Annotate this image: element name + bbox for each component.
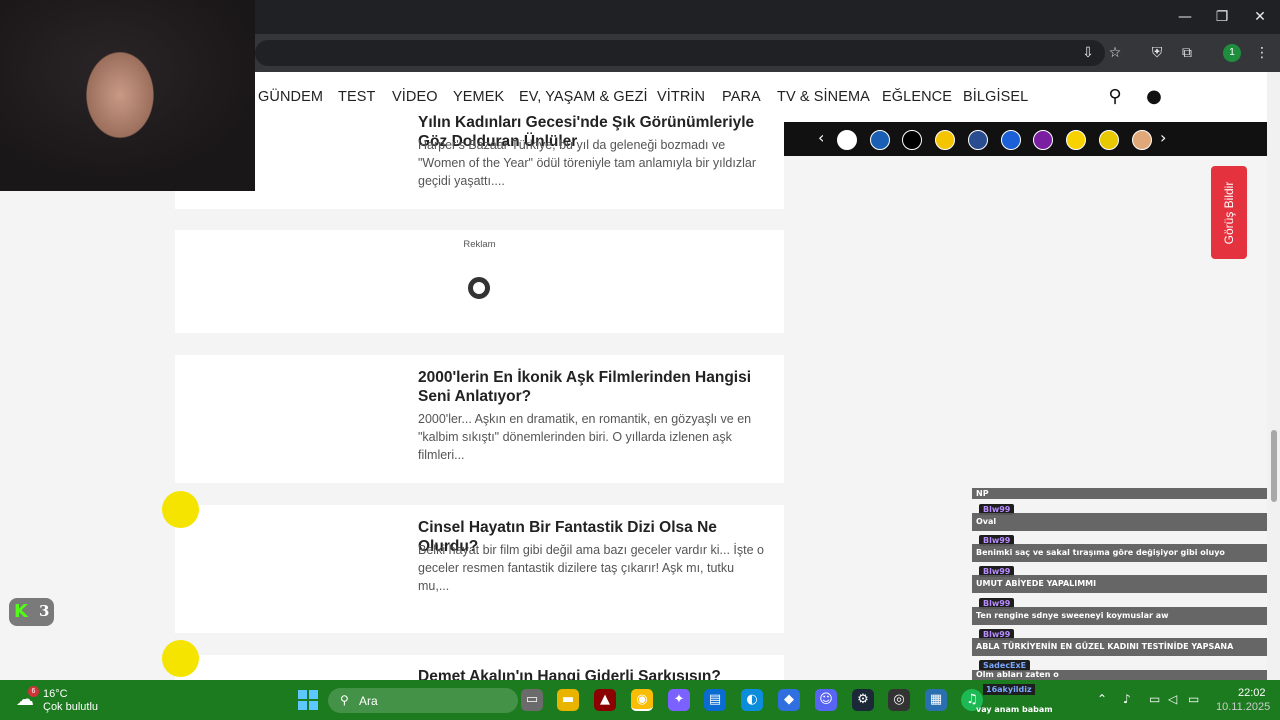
- install-app-icon[interactable]: ⇩: [1078, 43, 1098, 63]
- steam-icon[interactable]: ⚙: [852, 689, 874, 711]
- brand-logo[interactable]: [902, 130, 922, 150]
- extensions-icon[interactable]: ⧉: [1177, 43, 1197, 63]
- brand-logo[interactable]: [1001, 130, 1021, 150]
- chat-message: ABLA TÜRKİYENİN EN GÜZEL KADINI TESTİNİD…: [972, 638, 1267, 656]
- task-view-icon[interactable]: ▭: [521, 689, 543, 711]
- chevron-left-icon[interactable]: ‹: [818, 128, 824, 147]
- weather-temperature[interactable]: 16°C: [43, 688, 68, 700]
- brand-logo[interactable]: [1132, 130, 1152, 150]
- kick-logo-icon: K: [14, 601, 28, 622]
- chrome-icon[interactable]: ◉: [631, 689, 653, 711]
- chevron-right-icon[interactable]: ›: [1160, 128, 1166, 147]
- close-button[interactable]: ✕: [1249, 6, 1271, 28]
- ad-label: Reklam: [463, 239, 496, 250]
- article-title[interactable]: 2000'lerin En İkonik Aşk Filmlerinden Ha…: [418, 368, 768, 406]
- obs-icon[interactable]: ◎: [888, 689, 910, 711]
- search-placeholder: Ara: [359, 694, 378, 708]
- chat-message: Benimki saç ve sakal tıraşıma göre değiş…: [972, 544, 1267, 562]
- nav-gundem[interactable]: GÜNDEM: [258, 89, 323, 105]
- nav-test[interactable]: TEST: [338, 89, 375, 105]
- nav-eglence[interactable]: EĞLENCE: [882, 89, 952, 105]
- page-scrollbar[interactable]: [1267, 72, 1280, 680]
- chat-message: vay anam babam: [976, 705, 1053, 714]
- chat-username: 16akyildiz: [983, 684, 1035, 695]
- search-icon: ⚲: [340, 693, 349, 707]
- clock-date[interactable]: 10.11.2025: [1216, 701, 1270, 713]
- article-card[interactable]: Cinsel Hayatın Bir Fantastik Dizi Olsa N…: [175, 505, 784, 633]
- feedback-label: Görüş Bildir: [1222, 181, 1236, 244]
- nav-bilgisel[interactable]: BİLGİSEL: [963, 89, 1028, 105]
- article-title[interactable]: Demet Akalın'ın Hangi Giderli Şarkısısın…: [418, 667, 768, 680]
- weather-condition[interactable]: Çok bulutlu: [43, 701, 98, 713]
- yellow-marker: [162, 640, 199, 677]
- chevron-up-icon[interactable]: ⌃: [1097, 692, 1107, 706]
- brand-logo[interactable]: [1099, 130, 1119, 150]
- weather-badge: 6: [28, 686, 39, 697]
- taskbar-search[interactable]: ⚲ Ara: [328, 688, 518, 713]
- discord-icon[interactable]: ☺: [815, 689, 837, 711]
- ad-logo-icon: [468, 277, 490, 299]
- article-card[interactable]: Demet Akalın'ın Hangi Giderli Şarkısısın…: [175, 655, 784, 680]
- article-description: Harper's Bazaar Türkiye, bu yıl da gelen…: [418, 138, 756, 188]
- edge-icon[interactable]: ◐: [741, 689, 763, 711]
- brand-logo[interactable]: [935, 130, 955, 150]
- article-description: Belki hayat bir film gibi değil ama bazı…: [418, 543, 764, 593]
- store-icon[interactable]: ▤: [704, 689, 726, 711]
- article-description: 2000'ler... Aşkın en dramatik, en romant…: [418, 412, 752, 462]
- ad-block: Reklam: [175, 230, 784, 333]
- app-icon[interactable]: ▲: [594, 689, 616, 711]
- user-icon[interactable]: ●: [1143, 86, 1165, 108]
- brand-logo[interactable]: [968, 130, 988, 150]
- maximize-button[interactable]: ❐: [1211, 6, 1233, 28]
- brand-logo[interactable]: [837, 130, 857, 150]
- scrollbar-thumb[interactable]: [1271, 430, 1277, 502]
- nav-para[interactable]: PARA: [722, 89, 761, 105]
- microphone-icon[interactable]: ♪: [1123, 692, 1131, 706]
- brand-logo[interactable]: [1066, 130, 1086, 150]
- clock-time[interactable]: 22:02: [1238, 687, 1266, 699]
- chat-message: Ten rengine sdnye sweeneyi koymuslar aw: [972, 607, 1267, 625]
- yellow-marker: [162, 491, 199, 528]
- chat-message: NP: [972, 488, 1267, 499]
- bookmark-star-icon[interactable]: ☆: [1105, 43, 1125, 63]
- profile-avatar[interactable]: 1: [1223, 44, 1241, 62]
- brand-logo[interactable]: [1033, 130, 1053, 150]
- nav-ev-yasam-gezi[interactable]: EV, YAŞAM & GEZİ: [519, 89, 648, 105]
- nav-tv-sinema[interactable]: TV & SİNEMA: [777, 89, 870, 105]
- address-bar[interactable]: [255, 40, 1105, 66]
- app-icon[interactable]: ▦: [925, 689, 947, 711]
- volume-icon[interactable]: ◁: [1168, 692, 1177, 706]
- start-button[interactable]: [298, 690, 318, 710]
- more-menu-icon[interactable]: ⋮: [1252, 43, 1272, 63]
- brand-logo[interactable]: [870, 130, 890, 150]
- shield-extension-icon[interactable]: ⛨: [1147, 43, 1167, 63]
- search-icon[interactable]: ⚲: [1104, 86, 1126, 108]
- chat-message: Olm abları zaten o: [972, 670, 1267, 680]
- windows-taskbar: ☁ 6 16°C Çok bulutlu ⚲ Ara ▭ ▬ ▲ ◉ ✦ ▤ ◐…: [0, 680, 1280, 720]
- nav-video[interactable]: VİDEO: [392, 89, 438, 105]
- feedback-button[interactable]: Görüş Bildir: [1211, 166, 1247, 259]
- nav-yemek[interactable]: YEMEK: [453, 89, 504, 105]
- battery-icon[interactable]: ▭: [1188, 692, 1199, 706]
- file-explorer-icon[interactable]: ▬: [557, 689, 579, 711]
- network-icon[interactable]: ▭: [1149, 692, 1160, 706]
- nav-vitrin[interactable]: VİTRİN: [657, 89, 705, 105]
- webcam-overlay: [0, 0, 255, 191]
- kick-viewer-badge: K 3: [9, 598, 54, 626]
- article-card[interactable]: 2000'lerin En İkonik Aşk Filmlerinden Ha…: [175, 355, 784, 483]
- minimize-button[interactable]: —: [1174, 6, 1196, 28]
- chat-message: Oval: [972, 513, 1267, 531]
- article-card[interactable]: Yılın Kadınları Gecesi'nde Şık Görünümle…: [175, 114, 784, 209]
- app-icon[interactable]: ◆: [778, 689, 800, 711]
- kick-viewer-count: 3: [39, 602, 50, 620]
- copilot-icon[interactable]: ✦: [668, 689, 690, 711]
- chat-message: UMUT ABİYEDE YAPALIMMI: [972, 575, 1267, 593]
